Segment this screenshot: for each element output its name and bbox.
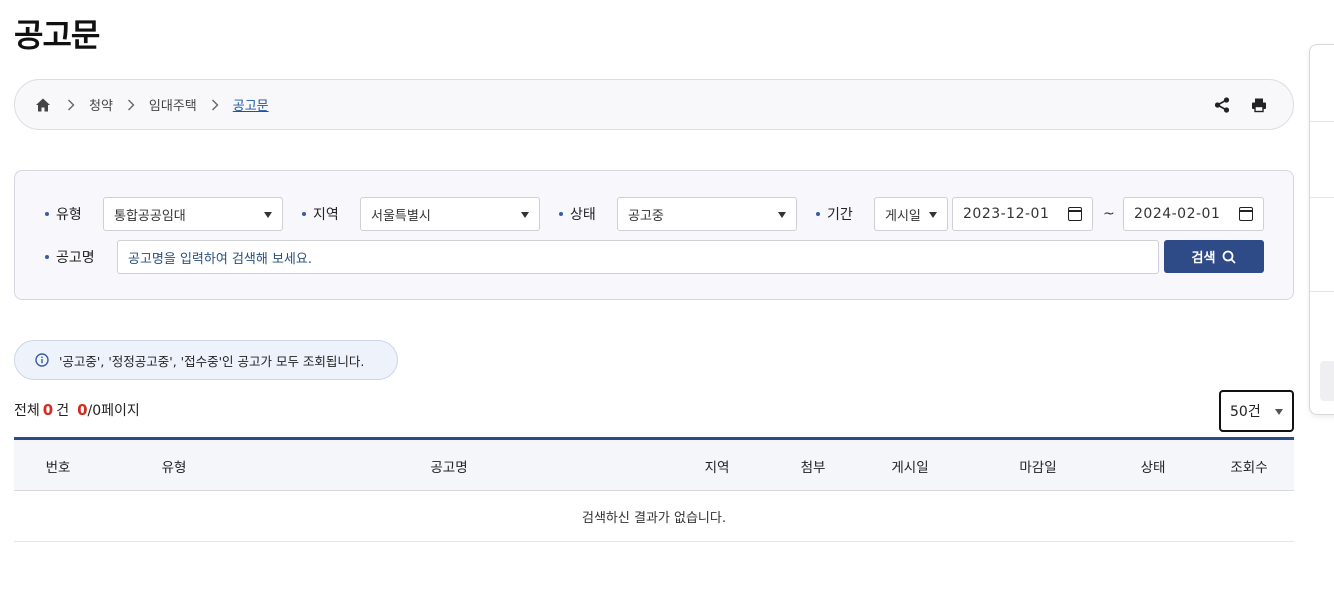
breadcrumb: 청약 임대주택 공고문 (14, 79, 1294, 130)
chevron-right-icon (127, 99, 135, 111)
column-header: 유형 (161, 459, 187, 476)
table-header: 번호 유형 공고명 지역 첨부 게시일 마감일 상태 조회수 (14, 440, 1294, 491)
period-type-select[interactable]: 게시일 (874, 197, 948, 231)
column-header: 마감일 (1019, 459, 1057, 476)
calendar-icon[interactable] (1239, 207, 1253, 221)
print-icon[interactable] (1251, 97, 1267, 113)
search-panel: 유형 통합공공임대 지역 서울특별시 상태 공고중 기간 게시일 2023-12… (14, 170, 1294, 300)
side-divider (1310, 121, 1334, 122)
chevron-right-icon (211, 99, 219, 111)
date-separator: ~ (1103, 206, 1115, 222)
column-header: 조회수 (1230, 459, 1268, 476)
side-quick-button[interactable] (1320, 361, 1334, 401)
caret-down-icon (1275, 409, 1283, 415)
keyword-label: 공고명 (45, 240, 95, 274)
side-divider (1310, 197, 1334, 198)
per-page-select[interactable]: 50건 (1219, 390, 1294, 432)
breadcrumb-item-rental-housing[interactable]: 임대주택 (149, 95, 197, 114)
caret-down-icon (264, 212, 272, 218)
keyword-input[interactable]: 공고명을 입력하여 검색해 보세요. (117, 240, 1159, 274)
column-header: 첨부 (800, 459, 826, 476)
status-select[interactable]: 공고중 (617, 197, 797, 231)
side-quick-menu (1309, 44, 1334, 415)
region-label: 지역 (302, 197, 339, 231)
home-icon[interactable] (35, 96, 53, 114)
status-label: 상태 (559, 197, 596, 231)
region-select[interactable]: 서울특별시 (360, 197, 540, 231)
info-notice: '공고중', '정정공고중', '접수중'인 공고가 모두 조회됩니다. (14, 340, 398, 380)
date-to-input[interactable]: 2024-02-01 (1123, 197, 1264, 231)
caret-down-icon (521, 212, 529, 218)
info-icon (35, 353, 49, 367)
type-label: 유형 (45, 197, 82, 231)
date-from-input[interactable]: 2023-12-01 (952, 197, 1093, 231)
column-header: 공고명 (430, 459, 468, 476)
type-select[interactable]: 통합공공임대 (103, 197, 283, 231)
calendar-icon[interactable] (1068, 207, 1082, 221)
caret-down-icon (778, 212, 786, 218)
search-icon (1222, 250, 1237, 264)
side-divider (1310, 291, 1334, 292)
chevron-right-icon (67, 99, 75, 111)
column-header: 상태 (1140, 459, 1166, 476)
column-header: 게시일 (891, 459, 929, 476)
share-icon[interactable] (1213, 96, 1231, 114)
breadcrumb-item-current[interactable]: 공고문 (233, 95, 269, 114)
caret-down-icon (929, 212, 937, 218)
search-button[interactable]: 검색 (1164, 240, 1264, 273)
breadcrumb-item-subscription[interactable]: 청약 (89, 95, 113, 114)
column-header: 지역 (704, 459, 730, 476)
page-title: 공고문 (14, 16, 100, 54)
column-header: 번호 (45, 459, 71, 476)
total-count: 0 (42, 401, 54, 419)
current-page: 0 (77, 401, 88, 419)
result-summary: 전체 0 건 0 /0페이지 (14, 401, 140, 419)
period-label: 기간 (816, 197, 853, 231)
results-table: 번호 유형 공고명 지역 첨부 게시일 마감일 상태 조회수 검색하신 결과가 … (14, 437, 1294, 542)
empty-message: 검색하신 결과가 없습니다. (14, 491, 1294, 542)
